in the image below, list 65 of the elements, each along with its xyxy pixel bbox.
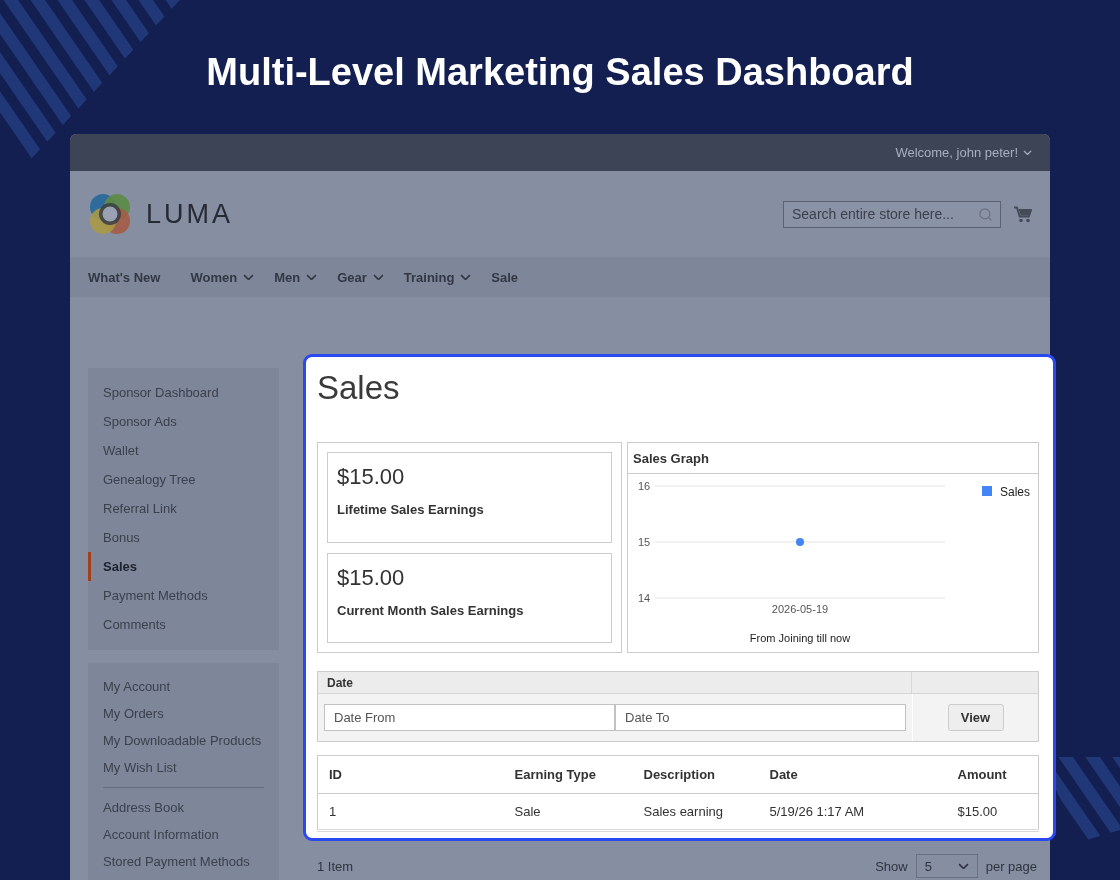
sidebar-item[interactable]: My Account	[88, 673, 279, 700]
nav-item[interactable]: What's New	[88, 269, 171, 285]
date-field[interactable]: Date To	[615, 704, 906, 731]
column-header: Earning Type	[503, 755, 633, 794]
stat-label: Current Month Sales Earnings	[337, 601, 525, 620]
sidebar-item[interactable]: My Downloadable Products	[88, 727, 279, 754]
nav-item[interactable]: Men	[274, 269, 318, 285]
table-cell: $15.00	[946, 793, 1039, 831]
logo-text[interactable]: LUMA	[146, 198, 233, 230]
logo-icon	[88, 192, 132, 236]
sidebar-item[interactable]: Bonus	[88, 523, 279, 552]
column-header: Date	[327, 675, 353, 690]
sidebar-item[interactable]: Comments	[88, 610, 279, 639]
sidebar-item[interactable]: Sponsor Ads	[88, 407, 279, 436]
stat-amount: $15.00	[337, 463, 406, 491]
search-icon[interactable]	[978, 206, 993, 222]
table-cell: 5/19/26 1:17 AM	[758, 793, 947, 831]
per-page-label: per page	[985, 858, 1037, 874]
column-header: Description	[632, 755, 759, 794]
nav-item[interactable]: Training	[403, 269, 472, 285]
date-field[interactable]: Date From	[324, 704, 615, 731]
chevron-down-icon	[1023, 149, 1032, 156]
axis-category-label: 2026-05-19	[771, 603, 829, 615]
view-button[interactable]: View	[947, 704, 1004, 731]
column-header: Date	[758, 755, 947, 794]
item-count: 1 Item	[317, 858, 354, 874]
nav-item[interactable]: Gear	[337, 269, 384, 285]
table-cell: 1	[317, 793, 504, 831]
chevron-down-icon	[372, 273, 384, 281]
sidebar-item[interactable]: Referral Link	[88, 494, 279, 523]
page-title: Multi-Level Marketing Sales Dashboard	[206, 50, 914, 95]
sidebar-item[interactable]: Payment Methods	[88, 581, 279, 610]
axis-title: From Joining till now	[749, 632, 851, 644]
legend-label: Sales	[1000, 485, 1031, 499]
sidebar-item[interactable]: Genealogy Tree	[88, 465, 279, 494]
nav-item[interactable]: Women	[190, 269, 255, 285]
stat-amount: $15.00	[337, 563, 406, 592]
column-header: Amount	[946, 755, 1039, 794]
search-field[interactable]: Search entire store here...	[783, 200, 1001, 228]
sidebar-item[interactable]: My Wish List	[88, 754, 279, 781]
sidebar-item[interactable]: Wallet	[88, 436, 279, 465]
axis-tick-label: 16	[637, 480, 651, 492]
sidebar-item[interactable]: Stored Payment Methods	[88, 848, 279, 875]
sidebar-item[interactable]: Sales	[88, 552, 279, 581]
sidebar-item[interactable]: Address Book	[88, 794, 279, 821]
show-label: Show	[875, 858, 908, 874]
chevron-down-icon	[243, 273, 255, 281]
sidebar-item[interactable]: Account Information	[88, 821, 279, 848]
column-header: ID	[317, 755, 504, 794]
stat-label: Lifetime Sales Earnings	[337, 501, 485, 519]
per-page-select[interactable]: 5	[915, 854, 978, 878]
welcome-menu[interactable]: Welcome, john peter!	[895, 145, 1032, 160]
nav-item[interactable]: Sale	[491, 269, 529, 285]
axis-tick-label: 14	[637, 592, 651, 604]
sidebar-item[interactable]: My Orders	[88, 700, 279, 727]
cart-icon[interactable]	[1014, 205, 1032, 223]
chevron-down-icon	[306, 273, 318, 281]
graph-title: Sales Graph	[633, 450, 709, 466]
table-cell: Sales earning	[632, 793, 759, 831]
table-cell: Sale	[503, 793, 633, 831]
chevron-down-icon	[460, 273, 472, 281]
chevron-down-icon	[957, 862, 969, 870]
sidebar-item[interactable]: Sponsor Dashboard	[88, 378, 279, 407]
page-heading: Sales	[317, 368, 401, 408]
axis-tick-label: 15	[637, 536, 651, 548]
